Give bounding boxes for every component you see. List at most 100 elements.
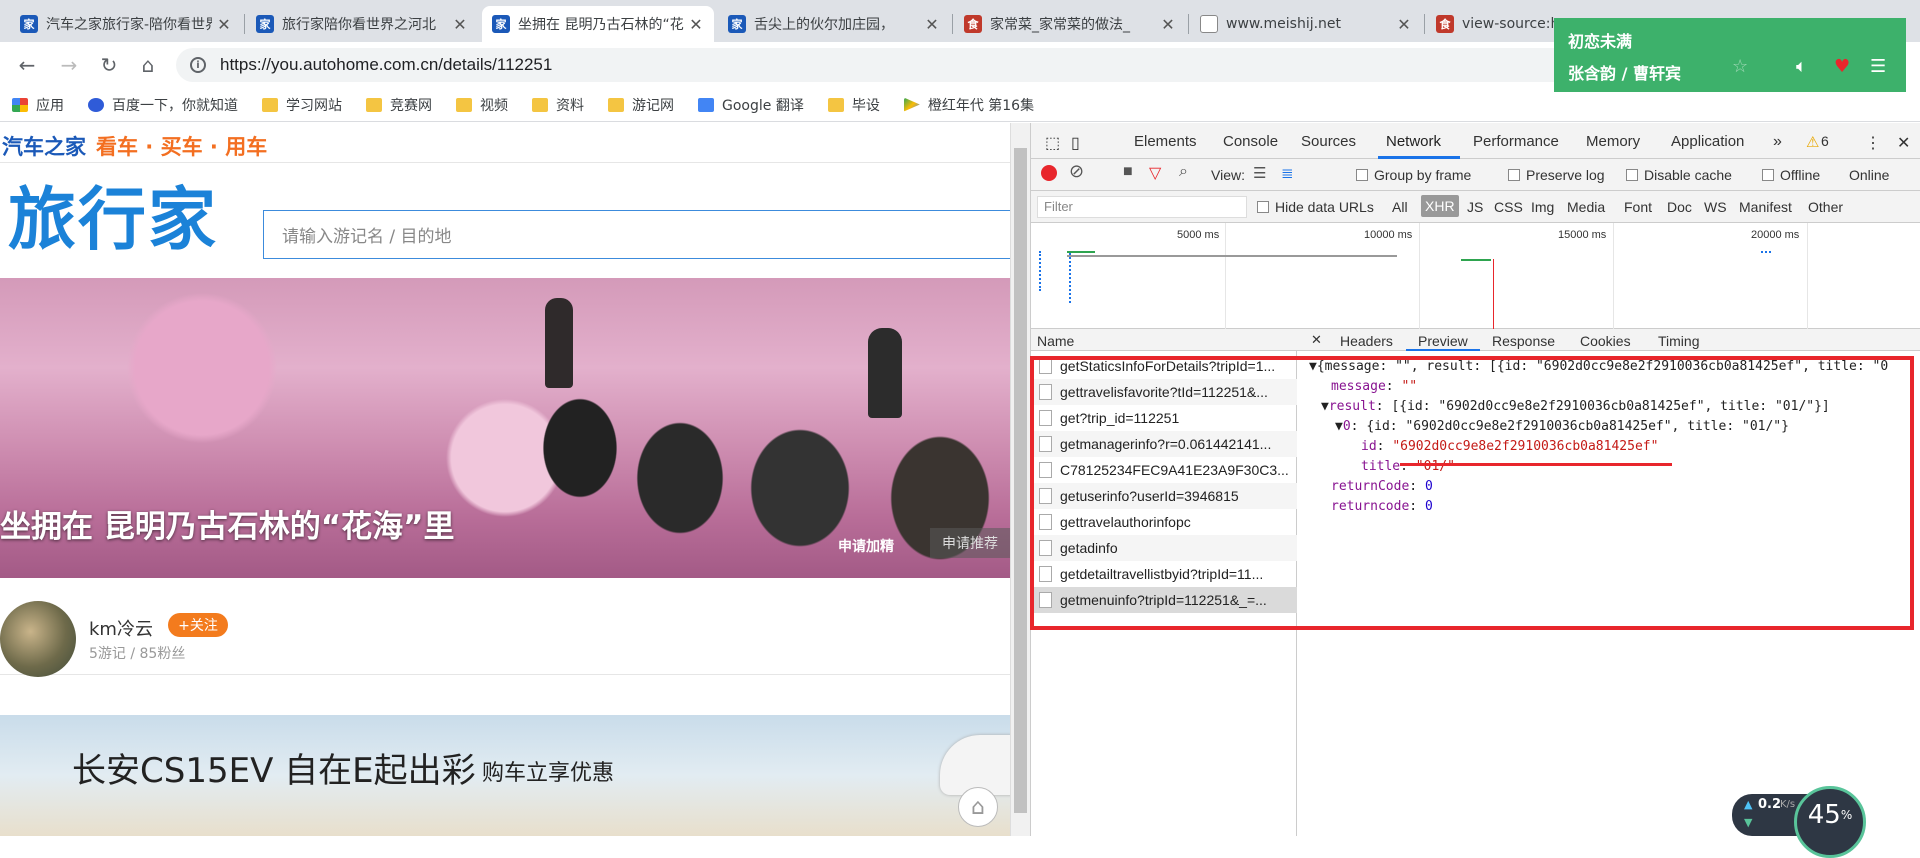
bookmark-google-translate[interactable]: Google 翻译 — [698, 95, 804, 115]
hide-data-urls-checkbox[interactable]: Hide data URLs — [1257, 199, 1374, 215]
waterfall-view-icon[interactable]: ≣ — [1281, 164, 1294, 182]
network-timeline[interactable]: 5000 ms 10000 ms 15000 ms 20000 ms — [1031, 223, 1920, 329]
tab-1[interactable]: 家 旅行家陪你看世界之河北 ✕ — [246, 6, 478, 42]
star-icon[interactable]: ☆ — [1732, 56, 1748, 77]
bookmark-folder-material[interactable]: 资料 — [532, 95, 584, 115]
search-icon[interactable]: ⌕ — [1179, 163, 1188, 181]
close-tab-icon[interactable]: ✕ — [688, 15, 704, 34]
clear-icon[interactable]: ⊘ — [1069, 161, 1084, 182]
warning-icon[interactable]: ⚠ — [1806, 133, 1819, 151]
filter-type-other[interactable]: Other — [1808, 199, 1843, 215]
bookmark-folder-travel[interactable]: 游记网 — [608, 95, 674, 115]
tab-network[interactable]: Network — [1386, 133, 1441, 150]
throttle-select[interactable]: Online — [1849, 167, 1889, 183]
autohome-favicon-icon: 家 — [728, 15, 746, 33]
filter-type-all[interactable]: All — [1392, 199, 1408, 215]
apply-featured-link[interactable]: 申请加精 — [838, 536, 894, 556]
filter-type-css[interactable]: CSS — [1494, 199, 1523, 215]
site-slogan: 看车 · 买车 · 用车 — [96, 135, 268, 159]
detail-tab-preview[interactable]: Preview — [1418, 333, 1468, 349]
bookmark-folder-thesis[interactable]: 毕设 — [827, 95, 880, 115]
detail-tab-response[interactable]: Response — [1492, 333, 1555, 349]
close-tab-icon[interactable]: ✕ — [452, 15, 468, 34]
back-icon[interactable]: ← — [14, 52, 40, 78]
close-detail-icon[interactable]: ✕ — [1311, 332, 1322, 348]
device-toggle-icon[interactable]: ▯ — [1071, 133, 1080, 153]
reload-icon[interactable]: ↻ — [96, 52, 122, 78]
close-devtools-icon[interactable]: ✕ — [1897, 133, 1910, 153]
heart-icon[interactable]: ♥ — [1834, 56, 1850, 77]
kebab-menu-icon[interactable]: ⋮ — [1865, 133, 1881, 153]
filter-type-media[interactable]: Media — [1567, 199, 1605, 215]
tab-console[interactable]: Console — [1223, 133, 1278, 150]
filter-type-xhr[interactable]: XHR — [1421, 195, 1459, 217]
author-name[interactable]: km冷云 — [89, 615, 153, 641]
filter-type-manifest[interactable]: Manifest — [1739, 199, 1792, 215]
tab-3[interactable]: 家 舌尖上的伙尔加庄园， ✕ — [718, 6, 950, 42]
playlist-icon[interactable]: ☰ — [1870, 56, 1886, 77]
offline-checkbox[interactable]: Offline — [1762, 167, 1820, 183]
list-view-icon[interactable]: ☰ — [1253, 164, 1266, 182]
more-tabs-icon[interactable]: » — [1773, 133, 1782, 151]
document-favicon-icon — [1200, 15, 1218, 33]
tab-elements[interactable]: Elements — [1134, 133, 1197, 150]
tab-performance[interactable]: Performance — [1473, 133, 1559, 150]
filter-type-doc[interactable]: Doc — [1667, 199, 1692, 215]
tab-application[interactable]: Application — [1671, 133, 1744, 150]
filter-type-ws[interactable]: WS — [1704, 199, 1727, 215]
bookmark-folder-study[interactable]: 学习网站 — [262, 95, 342, 115]
close-tab-icon[interactable]: ✕ — [1160, 15, 1176, 34]
network-speed-widget[interactable]: ▲ 0.2 K/s ▼ 45% — [1732, 786, 1872, 858]
brand-logo[interactable]: 旅行家 — [8, 181, 218, 261]
volume-icon[interactable]: 🔈︎ — [1796, 56, 1807, 77]
filter-type-img[interactable]: Img — [1531, 199, 1554, 215]
page-scrollbar[interactable] — [1010, 123, 1030, 836]
tab-divider — [1188, 14, 1189, 34]
info-icon[interactable]: i — [190, 57, 206, 73]
bookmark-apps[interactable]: 应用 — [12, 95, 64, 115]
tab-memory[interactable]: Memory — [1586, 133, 1640, 150]
bookmark-folder-video[interactable]: 视频 — [456, 95, 508, 115]
bookmark-video-episode[interactable]: 橙红年代 第16集 — [903, 95, 1034, 115]
bookmark-folder-contest[interactable]: 竞赛网 — [366, 95, 432, 115]
back-to-top-home-icon[interactable]: ⌂ — [958, 787, 998, 827]
detail-tab-cookies[interactable]: Cookies — [1580, 333, 1631, 349]
name-column-header[interactable]: Name — [1037, 333, 1074, 349]
autohome-logo[interactable]: 汽车之家 — [2, 131, 86, 161]
scrollbar-thumb[interactable] — [1014, 148, 1027, 813]
disable-cache-checkbox[interactable]: Disable cache — [1626, 167, 1732, 183]
detail-tab-headers[interactable]: Headers — [1340, 333, 1393, 349]
follow-button[interactable]: +关注 — [168, 613, 228, 637]
preserve-log-checkbox[interactable]: Preserve log — [1508, 167, 1605, 183]
filter-type-font[interactable]: Font — [1624, 199, 1652, 215]
folder-icon — [827, 97, 844, 112]
tab-4[interactable]: 食 家常菜_家常菜的做法_ ✕ — [954, 6, 1186, 42]
tab-divider — [1424, 14, 1425, 34]
tab-divider — [952, 14, 953, 34]
screenshot-icon[interactable]: ■ — [1123, 163, 1133, 181]
close-tab-icon[interactable]: ✕ — [216, 15, 232, 34]
apply-recommend-button[interactable]: 申请推荐 — [930, 528, 1010, 558]
group-by-frame-checkbox[interactable]: Group by frame — [1356, 167, 1471, 183]
record-icon[interactable] — [1041, 165, 1057, 181]
tab-0[interactable]: 家 汽车之家旅行家-陪你看世界之河 ✕ — [10, 6, 242, 42]
detail-tab-timing[interactable]: Timing — [1658, 333, 1700, 349]
address-bar[interactable]: i https://you.autohome.com.cn/details/11… — [176, 48, 1596, 82]
filter-type-js[interactable]: JS — [1467, 199, 1483, 215]
music-notification[interactable]: 初恋未满 张含韵 / 曹轩宾 ☆ 🔈︎ ♥ ☰ — [1554, 18, 1906, 92]
tab-sources[interactable]: Sources — [1301, 133, 1356, 150]
bookmark-baidu[interactable]: 百度一下，你就知道 — [88, 95, 238, 115]
home-icon[interactable]: ⌂ — [135, 52, 161, 78]
tab-5[interactable]: www.meishij.net ✕ — [1190, 6, 1422, 42]
tab-2-active[interactable]: 家 坐拥在 昆明乃古石林的“花海” ✕ — [482, 6, 714, 42]
close-tab-icon[interactable]: ✕ — [1396, 15, 1412, 34]
search-input[interactable]: 请输入游记名 / 目的地 — [263, 210, 1010, 259]
filter-input[interactable]: Filter — [1037, 196, 1247, 218]
inspect-element-icon[interactable]: ⬚ — [1045, 133, 1060, 153]
checkbox-icon — [1257, 201, 1269, 213]
close-tab-icon[interactable]: ✕ — [924, 15, 940, 34]
forward-icon[interactable]: → — [56, 52, 82, 78]
filter-icon[interactable]: ▽ — [1149, 163, 1161, 183]
avatar[interactable] — [0, 601, 76, 677]
ad-banner[interactable]: 长安CS15EV 自在E起出彩 购车立享优惠 — [0, 715, 1010, 836]
